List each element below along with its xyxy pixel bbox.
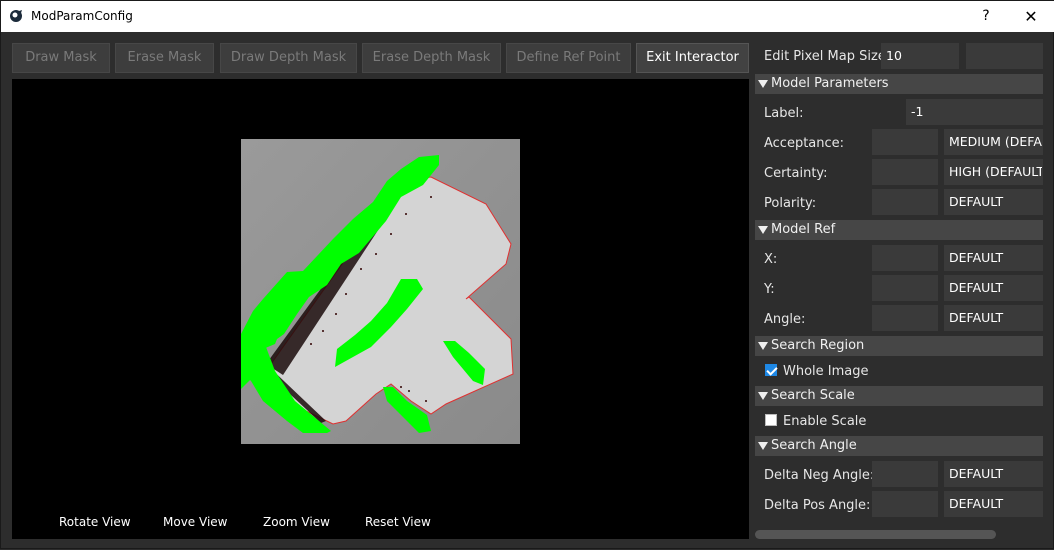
x-label: X: [764,252,778,267]
reset-view-button[interactable]: Reset View [365,515,431,529]
x-input[interactable] [872,245,938,271]
pixel-map-label: Edit Pixel Map Size: [764,49,891,64]
x-select[interactable]: DEFAULT [944,245,1043,271]
app-icon [10,10,22,22]
title-bar: ModParamConfig ? ✕ [1,1,1054,32]
acceptance-input[interactable] [872,129,938,155]
y-select[interactable]: DEFAULT [944,275,1043,301]
collapse-arrow-icon [758,342,768,350]
mod-param-config-window: ModParamConfig ? ✕ Draw Mask Erase Mask … [0,0,1054,549]
y-label: Y: [764,282,775,297]
draw-depth-mask-button[interactable]: Draw Depth Mask [220,43,357,73]
delta-pos-angle-select[interactable]: DEFAULT [944,491,1043,517]
search-region-header[interactable]: Search Region [755,336,1043,356]
parameters-panel: Edit Pixel Map Size: 10 Model Parameters… [755,41,1054,550]
collapse-arrow-icon [758,226,768,234]
delta-pos-angle-input[interactable] [872,491,938,517]
certainty-label: Certainty: [764,166,828,181]
search-angle-header[interactable]: Search Angle [755,436,1043,456]
pixel-map-apply-button[interactable] [966,43,1043,69]
section-title: Model Parameters [771,76,889,91]
enable-scale-label: Enable Scale [783,414,867,429]
delta-neg-angle-input[interactable] [872,461,938,487]
rotate-view-button[interactable]: Rotate View [59,515,131,529]
acceptance-label: Acceptance: [764,136,845,151]
exit-interactor-button[interactable]: Exit Interactor [636,43,749,73]
image-viewport[interactable]: Rotate View Move View Zoom View Reset Vi… [12,79,749,539]
model-parameters-header[interactable]: Model Parameters [755,74,1043,94]
window-title: ModParamConfig [31,9,133,23]
horizontal-scrollbar[interactable] [755,530,996,539]
collapse-arrow-icon [758,442,768,450]
section-title: Model Ref [771,222,836,237]
move-view-button[interactable]: Move View [163,515,227,529]
enable-scale-checkbox[interactable] [765,414,777,426]
draw-mask-button[interactable]: Draw Mask [12,43,110,73]
acceptance-select[interactable]: MEDIUM (DEFAULT) [944,129,1043,155]
polarity-label: Polarity: [764,196,817,211]
label-input[interactable]: -1 [906,99,1043,125]
angle-select[interactable]: DEFAULT [944,305,1043,331]
help-button[interactable]: ? [971,1,1001,32]
erase-mask-button[interactable]: Erase Mask [115,43,214,73]
delta-pos-angle-label: Delta Pos Angle: [764,498,871,513]
polarity-select[interactable]: DEFAULT [944,189,1043,215]
delta-neg-angle-label: Delta Neg Angle: [764,468,875,483]
collapse-arrow-icon [758,392,768,400]
pixel-map-size-input[interactable]: 10 [881,43,959,69]
angle-input[interactable] [872,305,938,331]
define-ref-point-button[interactable]: Define Ref Point [506,43,631,73]
search-scale-header[interactable]: Search Scale [755,386,1043,406]
certainty-input[interactable] [872,159,938,185]
section-title: Search Region [771,338,865,353]
delta-neg-angle-select[interactable]: DEFAULT [944,461,1043,487]
close-button[interactable]: ✕ [1013,1,1049,32]
whole-image-label: Whole Image [783,364,869,379]
angle-label: Angle: [764,312,806,327]
polarity-input[interactable] [872,189,938,215]
zoom-view-button[interactable]: Zoom View [263,515,330,529]
label-label: Label: [764,106,804,121]
whole-image-checkbox[interactable] [765,364,777,376]
section-title: Search Scale [771,388,855,403]
collapse-arrow-icon [758,80,768,88]
erase-depth-mask-button[interactable]: Erase Depth Mask [362,43,501,73]
depth-image[interactable] [241,139,520,444]
section-title: Search Angle [771,438,857,453]
y-input[interactable] [872,275,938,301]
certainty-select[interactable]: HIGH (DEFAULT) [944,159,1043,185]
model-ref-header[interactable]: Model Ref [755,220,1043,240]
